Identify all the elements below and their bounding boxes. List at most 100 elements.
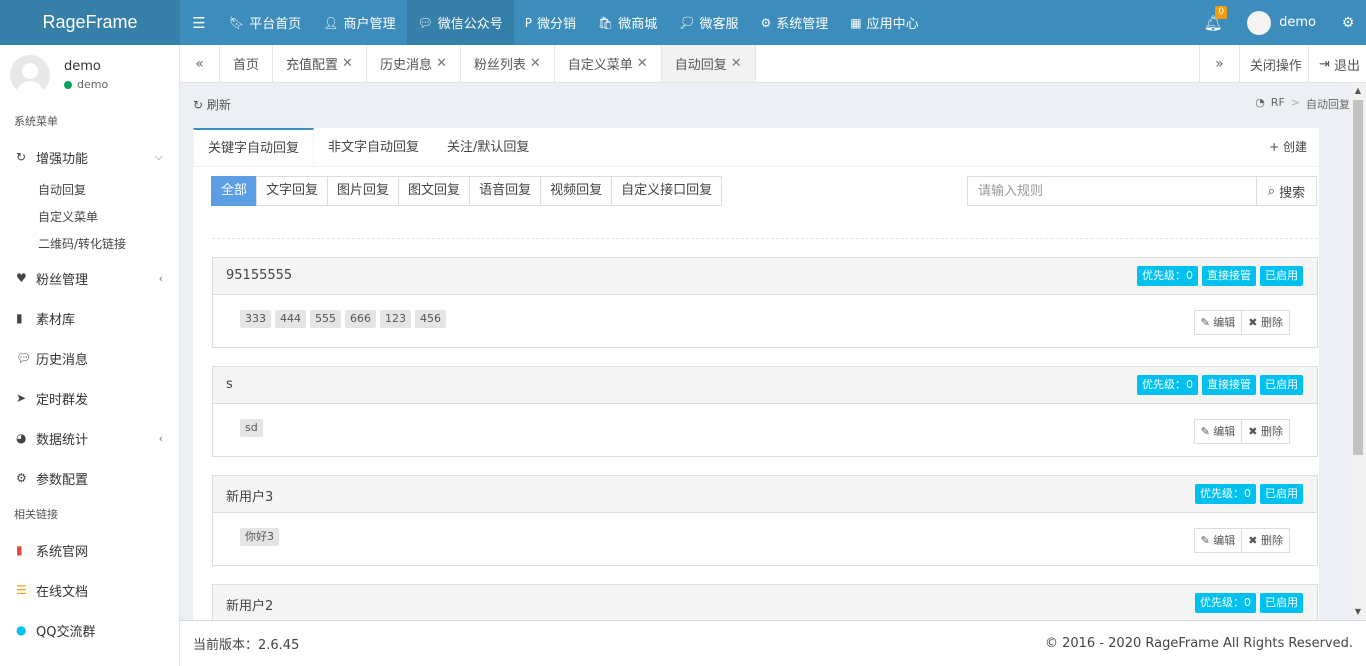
nav-wechat[interactable]: 💬︎ 微信公众号 xyxy=(406,0,514,45)
rule-keywords: 你好3 xyxy=(240,528,279,546)
sidebar-item-label: 在线文档 xyxy=(36,584,89,600)
keyword-tag: 你好3 xyxy=(240,528,279,546)
nav-service[interactable]: 💭︎ 微客服 xyxy=(668,0,749,45)
create-button[interactable]: + 创建 xyxy=(1269,128,1307,167)
search-icon: ⌕ xyxy=(1267,183,1276,199)
file-icon: ▮ xyxy=(16,311,23,325)
sidebar-link-website[interactable]: ▮ 系统官网 xyxy=(0,530,179,570)
delete-button[interactable]: ✖ 删除 xyxy=(1241,528,1290,553)
content-scrollbar[interactable]: ▲ ▼ xyxy=(1350,83,1366,620)
sidebar-link-qq[interactable]: ● QQ交流群 xyxy=(0,610,179,650)
scroll-down-icon[interactable]: ▼ xyxy=(1350,604,1366,620)
edit-button[interactable]: ✎ 编辑 xyxy=(1193,528,1243,553)
chevron-down-icon: ⌵ xyxy=(154,150,163,163)
edit-button[interactable]: ✎ 编辑 xyxy=(1193,310,1243,335)
sidebar-subitem-custom-menu[interactable]: 自定义菜单 xyxy=(0,204,179,231)
nav-distribution[interactable]: P 微分销 xyxy=(514,0,587,45)
tab-label: 首页 xyxy=(233,58,260,73)
edit-button[interactable]: ✎ 编辑 xyxy=(1193,419,1243,444)
tab-history[interactable]: 历史消息 ✕ xyxy=(367,45,461,82)
logout-button[interactable]: ⇥ 退出 xyxy=(1307,45,1366,83)
tab-fans[interactable]: 粉丝列表 ✕ xyxy=(461,45,555,82)
tabs-scroll-left-button[interactable]: « xyxy=(180,45,220,82)
notification-badge: 0 xyxy=(1215,5,1228,19)
keyword-tag: 123 xyxy=(380,310,411,328)
close-icon[interactable]: ✕ xyxy=(530,56,541,71)
nav-apps[interactable]: ▦ 应用中心 xyxy=(839,0,929,45)
tab-non-text-reply[interactable]: 非文字自动回复 xyxy=(314,128,433,166)
bookmark-icon: 🔖︎ xyxy=(229,15,245,30)
filter-image[interactable]: 图片回复 xyxy=(327,176,400,206)
filter-custom-api[interactable]: 自定义接口回复 xyxy=(611,176,723,206)
gears-icon[interactable]: ⚙ xyxy=(1330,15,1366,31)
search-label: 搜索 xyxy=(1279,185,1306,201)
tab-keyword-reply[interactable]: 关键字自动回复 xyxy=(193,128,315,166)
delete-button[interactable]: ✖ 删除 xyxy=(1241,310,1290,335)
pie-chart-icon: ◕ xyxy=(16,431,27,445)
notifications-button[interactable]: 🔔︎ 0 xyxy=(1193,5,1233,32)
nav-system[interactable]: ⚙ 系统管理 xyxy=(750,0,840,45)
sidebar-item-params[interactable]: ⚙ 参数配置 xyxy=(0,458,179,498)
tabs-right-controls: » 关闭操作 ⇥ 退出 xyxy=(1198,45,1366,83)
avatar xyxy=(10,55,50,95)
close-ops-button[interactable]: 关闭操作 xyxy=(1238,45,1308,83)
tab-home[interactable]: 首页 xyxy=(220,45,274,82)
brand-logo[interactable]: RageFrame xyxy=(0,0,180,45)
filter-all[interactable]: 全部 xyxy=(211,176,258,206)
nav-mall[interactable]: 🛍︎ 微商城 xyxy=(587,0,668,45)
refresh-icon: ↻ xyxy=(16,150,27,164)
sidebar-subitem-qrcode[interactable]: 二维码/转化链接 xyxy=(0,231,179,258)
filter-text[interactable]: 文字回复 xyxy=(256,176,329,206)
sidebar-item-fans[interactable]: ♥ 粉丝管理 ‹ xyxy=(0,258,179,298)
breadcrumb-separator: > xyxy=(1290,96,1300,109)
comments-icon: 💬︎ xyxy=(16,351,32,365)
bookmark-icon: ▮ xyxy=(16,543,23,557)
sidebar-item-label: 粉丝管理 xyxy=(36,272,89,288)
delete-button[interactable]: ✖ 删除 xyxy=(1241,419,1290,444)
close-icon[interactable]: ✕ xyxy=(436,56,447,71)
footer: 当前版本：2.6.45 © 2016 - 2020 RageFrame All … xyxy=(180,620,1366,666)
tabs-scroll-right-button[interactable]: » xyxy=(1198,45,1239,83)
copyright-text: © 2016 - 2020 RageFrame All Rights Reser… xyxy=(1044,636,1353,651)
close-icon[interactable]: ✕ xyxy=(637,56,648,71)
rule-card: s 优先级：0 直接接管 已启用 sd ✎ 编辑 ✖ 删除 xyxy=(212,366,1318,457)
sidebar-subitem-auto-reply[interactable]: 自动回复 xyxy=(0,177,179,204)
avatar xyxy=(1247,10,1272,35)
main-content: ↻ 刷新 ◔ RF > 自动回复 关键字自动回复 非文字自动回复 关注/默认回复… xyxy=(180,83,1350,620)
nav-platform-home[interactable]: 🔖︎ 平台首页 xyxy=(218,0,312,45)
breadcrumb-item[interactable]: RF xyxy=(1271,96,1285,112)
sidebar-toggle-icon[interactable]: ☰ xyxy=(180,14,218,32)
scrollbar-thumb[interactable] xyxy=(1353,100,1363,455)
rule-keywords: sd xyxy=(240,419,263,437)
tab-custom-menu[interactable]: 自定义菜单 ✕ xyxy=(555,45,662,82)
delete-label: 删除 xyxy=(1261,425,1283,438)
tab-recharge[interactable]: 充值配置 ✕ xyxy=(273,45,367,82)
wechat-icon: 💬︎ xyxy=(417,15,433,30)
filter-voice[interactable]: 语音回复 xyxy=(469,176,542,206)
user-menu[interactable]: demo xyxy=(1233,10,1330,35)
nav-merchant[interactable]: 👤︎ 商户管理 xyxy=(312,0,406,45)
sidebar-item-enhance[interactable]: ↻ 增强功能 ⌵ xyxy=(0,137,179,177)
nav-label: 系统管理 xyxy=(776,17,829,32)
sidebar-link-docs[interactable]: ☰ 在线文档 xyxy=(0,570,179,610)
logout-label: 退出 xyxy=(1333,58,1360,74)
sidebar-item-materials[interactable]: ▮ 素材库 xyxy=(0,298,179,338)
rule-card-header: s 优先级：0 直接接管 已启用 xyxy=(213,367,1317,404)
scroll-up-icon[interactable]: ▲ xyxy=(1350,83,1366,99)
rule-card: 新用户2 优先级：0 已启用 xyxy=(212,584,1318,620)
refresh-button[interactable]: ↻ 刷新 xyxy=(193,96,231,113)
heart-icon: ♥ xyxy=(16,271,27,285)
tab-follow-default-reply[interactable]: 关注/默认回复 xyxy=(433,128,543,166)
user-status-text: demo xyxy=(77,78,109,91)
breadcrumb: ◔ RF > 自动回复 xyxy=(1255,96,1350,112)
close-icon[interactable]: ✕ xyxy=(731,56,742,71)
tab-auto-reply[interactable]: 自动回复 ✕ xyxy=(661,45,756,82)
sidebar-item-history[interactable]: 💬︎ 历史消息 xyxy=(0,338,179,378)
sidebar-item-stats[interactable]: ◕ 数据统计 ‹ xyxy=(0,418,179,458)
search-button[interactable]: ⌕ 搜索 xyxy=(1257,176,1317,206)
close-icon[interactable]: ✕ xyxy=(342,56,353,71)
search-input[interactable] xyxy=(967,176,1257,206)
sidebar-item-mass-send[interactable]: ➤ 定时群发 xyxy=(0,378,179,418)
filter-video[interactable]: 视频回复 xyxy=(540,176,613,206)
filter-news[interactable]: 图文回复 xyxy=(398,176,471,206)
